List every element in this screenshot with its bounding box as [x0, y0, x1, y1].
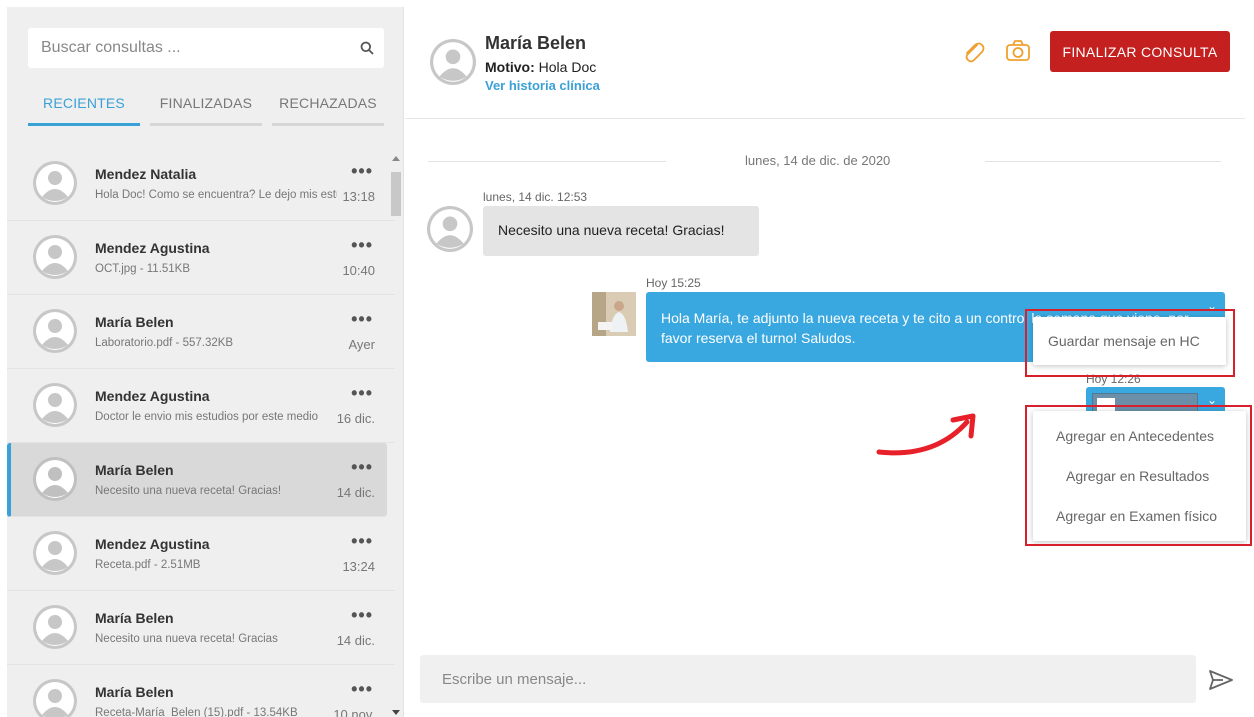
date-divider-line — [985, 161, 1221, 162]
conversation-time: 10 nov. — [333, 707, 375, 717]
more-options-icon[interactable]: ••• — [351, 605, 373, 626]
scroll-up-icon[interactable] — [392, 155, 400, 161]
conversation-name: María Belen — [95, 610, 174, 626]
highlight-box — [1025, 405, 1252, 546]
tab-finalizadas-label: FINALIZADAS — [159, 95, 253, 111]
search-box[interactable] — [28, 28, 384, 68]
send-icon[interactable] — [1209, 669, 1233, 691]
avatar-placeholder-icon — [33, 457, 77, 501]
conversation-preview: Necesito una nueva receta! Gracias — [95, 633, 278, 645]
tab-rechazadas-label: RECHAZADAS — [279, 95, 377, 111]
conversation-list: Mendez Natalia Hola Doc! Como se encuent… — [7, 147, 395, 717]
more-options-icon[interactable]: ••• — [351, 309, 373, 330]
camera-icon[interactable] — [1005, 38, 1031, 64]
message-timestamp: Hoy 15:25 — [646, 276, 701, 290]
message-timestamp: lunes, 14 dic. 12:53 — [483, 190, 588, 204]
doctor-avatar — [592, 292, 636, 336]
more-options-icon[interactable]: ••• — [351, 457, 373, 478]
conversation-name: Mendez Agustina — [95, 388, 210, 404]
conversation-name: María Belen — [95, 462, 174, 478]
avatar-placeholder-icon — [33, 235, 77, 279]
more-options-icon[interactable]: ••• — [351, 531, 373, 552]
conversation-item[interactable]: Mendez Agustina Doctor le envio mis estu… — [7, 369, 395, 443]
more-options-icon[interactable]: ••• — [351, 161, 373, 182]
conversation-time: 14 dic. — [336, 485, 375, 500]
avatar-placeholder-icon — [33, 383, 77, 427]
tab-indicator — [28, 123, 140, 126]
conversation-time: 13:24 — [342, 559, 375, 574]
conversation-item[interactable]: Mendez Natalia Hola Doc! Como se encuent… — [7, 147, 395, 221]
conversation-time: 14 dic. — [336, 633, 375, 648]
conversation-preview: Receta.pdf - 2.51MB — [95, 559, 201, 571]
sender-avatar-icon — [427, 206, 473, 252]
clinical-history-link[interactable]: Ver historia clínica — [485, 78, 600, 93]
scroll-down-icon[interactable] — [392, 710, 400, 716]
avatar-placeholder-icon — [33, 531, 77, 575]
chat-area: lunes, 14 de dic. de 2020 lunes, 14 dic.… — [405, 120, 1252, 650]
message-composer[interactable] — [420, 655, 1196, 703]
search-icon[interactable] — [360, 41, 374, 55]
scrollbar-thumb[interactable] — [391, 172, 401, 216]
chat-header: María Belen Motivo: Hola Doc Ver histori… — [405, 7, 1245, 119]
incoming-message: Necesito una nueva receta! Gracias! — [483, 206, 759, 256]
reason-label: Motivo: — [485, 59, 535, 75]
list-scrollbar[interactable] — [389, 152, 401, 717]
patient-name: María Belen — [485, 33, 587, 53]
conversation-item-selected[interactable]: María Belen Necesito una nueva receta! G… — [7, 443, 387, 517]
tab-recientes-label: RECIENTES — [43, 95, 125, 111]
doctor-photo-icon — [592, 292, 636, 336]
date-separator: lunes, 14 de dic. de 2020 — [745, 153, 891, 168]
more-options-icon[interactable]: ••• — [351, 383, 373, 404]
conversation-time: 16 dic. — [336, 411, 375, 426]
conversation-preview: Receta-María_Belen (15).pdf - 13.54KB — [95, 707, 298, 717]
conversation-preview: Hola Doc! Como se encuentra? Le dejo mis… — [95, 189, 337, 201]
search-input[interactable] — [28, 28, 384, 68]
tab-indicator — [272, 123, 384, 126]
conversation-item[interactable]: María Belen Receta-María_Belen (15).pdf … — [7, 665, 395, 717]
conversation-name: Mendez Agustina — [95, 240, 210, 256]
avatar-placeholder-icon — [33, 605, 77, 649]
conversation-preview: Laboratorio.pdf - 557.32KB — [95, 337, 234, 349]
reason-value: Hola Doc — [534, 59, 597, 75]
conversation-preview: Necesito una nueva receta! Gracias! — [95, 485, 282, 497]
conversation-item[interactable]: María Belen Necesito una nueva receta! G… — [7, 591, 395, 665]
conversation-sidebar: RECIENTES FINALIZADAS RECHAZADAS Mendez … — [7, 7, 404, 717]
conversation-time: 13:18 — [342, 189, 375, 204]
avatar-placeholder-icon — [33, 161, 77, 205]
more-options-icon[interactable]: ••• — [351, 235, 373, 256]
conversation-preview: Doctor le envio mis estudios por este me… — [95, 411, 319, 423]
highlight-box — [1025, 309, 1235, 377]
tab-rechazadas[interactable]: RECHAZADAS — [272, 87, 384, 126]
conversation-name: Mendez Agustina — [95, 536, 210, 552]
paperclip-icon[interactable] — [960, 39, 986, 65]
app-root: RECIENTES FINALIZADAS RECHAZADAS Mendez … — [0, 0, 1254, 717]
message-input[interactable] — [420, 655, 1196, 703]
conversation-name: María Belen — [95, 684, 174, 700]
conversation-tabs: RECIENTES FINALIZADAS RECHAZADAS — [28, 87, 384, 127]
tab-indicator — [150, 123, 262, 126]
conversation-name: María Belen — [95, 314, 174, 330]
conversation-preview: OCT.jpg - 11.51KB — [95, 263, 191, 275]
avatar-placeholder-icon — [33, 679, 77, 717]
tab-finalizadas[interactable]: FINALIZADAS — [150, 87, 262, 126]
conversation-item[interactable]: Mendez Agustina Receta.pdf - 2.51MB ••• … — [7, 517, 395, 591]
conversation-item[interactable]: María Belen Laboratorio.pdf - 557.32KB •… — [7, 295, 395, 369]
conversation-name: Mendez Natalia — [95, 166, 197, 182]
conversation-item[interactable]: Mendez Agustina OCT.jpg - 11.51KB ••• 10… — [7, 221, 395, 295]
conversation-time: Ayer — [348, 337, 376, 352]
more-options-icon[interactable]: ••• — [351, 679, 373, 700]
avatar-placeholder-icon — [33, 309, 77, 353]
finish-consult-button[interactable]: FINALIZAR CONSULTA — [1050, 31, 1230, 72]
tab-recientes[interactable]: RECIENTES — [28, 87, 140, 126]
annotation-arrow-icon — [876, 413, 976, 456]
conversation-time: 10:40 — [342, 263, 375, 278]
consult-reason: Motivo: Hola Doc — [485, 59, 596, 75]
date-divider-line — [428, 161, 666, 162]
patient-avatar-icon — [430, 39, 476, 85]
